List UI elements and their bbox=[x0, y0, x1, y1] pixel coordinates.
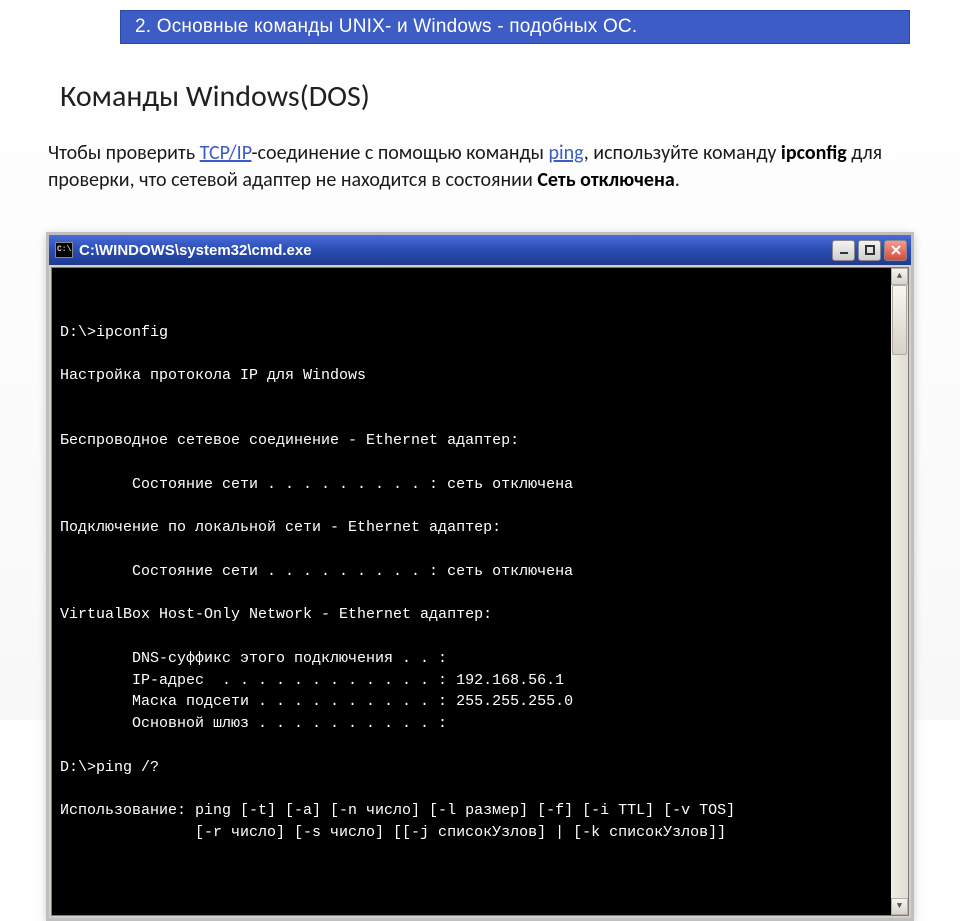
scrollbar[interactable]: ▲ ▼ bbox=[891, 268, 908, 915]
terminal-wrap: D:\>ipconfig Настройка протокола IP для … bbox=[49, 265, 911, 918]
minimize-button[interactable] bbox=[832, 240, 855, 261]
scroll-down-button[interactable]: ▼ bbox=[891, 898, 908, 915]
para-seg-3: , используйте команду bbox=[584, 141, 781, 165]
close-icon bbox=[891, 245, 901, 255]
cmd-icon: C:\ bbox=[55, 242, 73, 258]
window-controls bbox=[832, 240, 907, 261]
para-seg-5: . bbox=[675, 168, 680, 192]
slide-heading: Команды Windows(DOS) bbox=[60, 78, 370, 115]
scroll-up-button[interactable]: ▲ bbox=[891, 268, 908, 285]
scroll-thumb[interactable] bbox=[892, 285, 907, 355]
close-button[interactable] bbox=[884, 240, 907, 261]
para-seg-2: -соединение с помощью команды bbox=[251, 141, 548, 165]
maximize-button[interactable] bbox=[858, 240, 881, 261]
terminal-content: D:\>ipconfig Настройка протокола IP для … bbox=[60, 322, 900, 844]
bold-network: Сеть отключена bbox=[537, 168, 674, 192]
cmd-window: C:\ C:\WINDOWS\system32\cmd.exe D:\>ipco… bbox=[46, 232, 914, 921]
link-ping[interactable]: ping bbox=[549, 141, 584, 165]
cmd-titlebar: C:\ C:\WINDOWS\system32\cmd.exe bbox=[49, 235, 911, 265]
maximize-icon bbox=[865, 245, 875, 255]
bold-ipconfig: ipconfig bbox=[781, 141, 847, 165]
para-seg-1: Чтобы проверить bbox=[48, 141, 200, 165]
link-tcpip[interactable]: TCP/IP bbox=[200, 141, 252, 165]
minimize-icon bbox=[839, 245, 849, 255]
scroll-track[interactable] bbox=[891, 285, 908, 898]
cmd-title-text: C:\WINDOWS\system32\cmd.exe bbox=[79, 242, 832, 259]
slide-header-bar: 2. Основные команды UNIX- и Windows - по… bbox=[120, 10, 910, 44]
slide-paragraph: Чтобы проверить TCP/IP-соединение с помо… bbox=[48, 140, 920, 194]
slide-header-text: 2. Основные команды UNIX- и Windows - по… bbox=[135, 16, 637, 38]
terminal: D:\>ipconfig Настройка протокола IP для … bbox=[51, 267, 909, 916]
